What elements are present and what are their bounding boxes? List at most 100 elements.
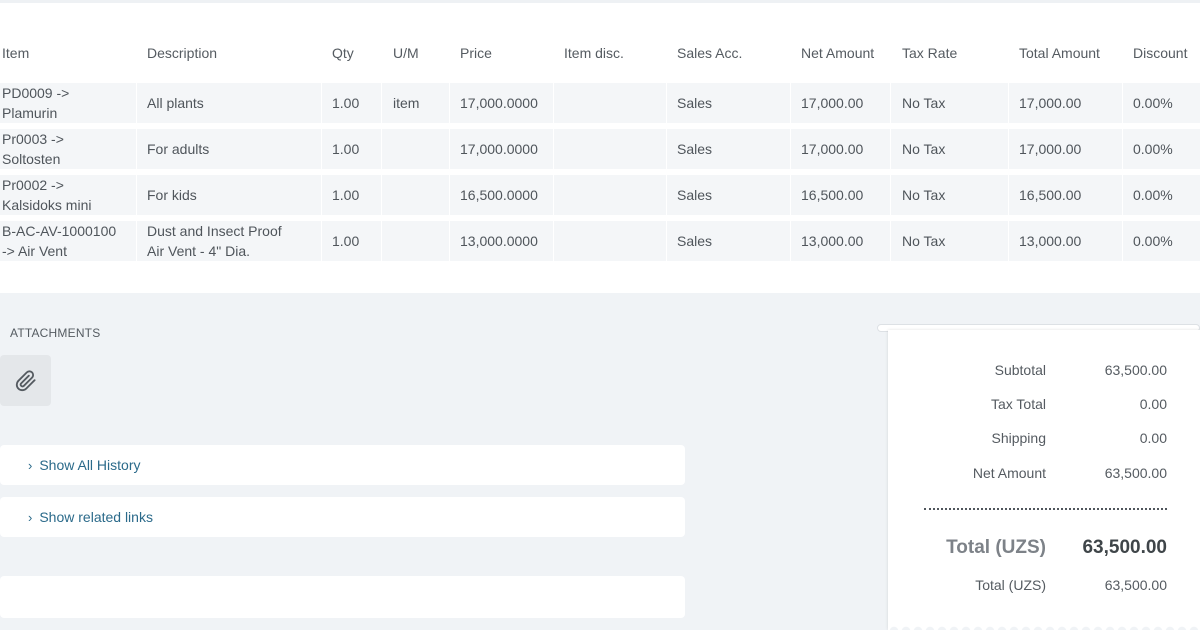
show-related-links-label: Show related links bbox=[39, 509, 153, 525]
tax-rate-text: No Tax bbox=[902, 233, 946, 249]
discount-text: 0.00% bbox=[1133, 141, 1173, 157]
header-item-disc: Item disc. bbox=[564, 45, 624, 61]
cell-price: 17,000.0000 bbox=[450, 129, 554, 169]
qty-text: 1.00 bbox=[332, 95, 360, 111]
cell-qty: 1.00 bbox=[322, 221, 382, 261]
cell-sales-acc: Sales bbox=[667, 221, 791, 261]
receipt-edge bbox=[888, 622, 1200, 630]
tax-total-line: Tax Total 0.00 bbox=[888, 396, 1200, 416]
table-row[interactable]: Pr0003 -> Soltosten For adults 1.00 17,000.… bbox=[0, 129, 1200, 169]
cell-um: item bbox=[382, 83, 450, 123]
net-amount-text: 17,000.00 bbox=[801, 141, 864, 157]
um-text: item bbox=[393, 95, 420, 111]
cell-net-amount: 16,500.00 bbox=[791, 175, 891, 215]
cell-tax-rate: No Tax bbox=[891, 221, 1009, 261]
cell-item-disc bbox=[554, 175, 667, 215]
header-tax-rate: Tax Rate bbox=[902, 45, 958, 61]
sales-acc-text: Sales bbox=[677, 141, 713, 157]
cell-net-amount: 17,000.00 bbox=[791, 83, 891, 123]
sales-acc-text: Sales bbox=[677, 187, 713, 203]
cell-tax-rate: No Tax bbox=[891, 175, 1009, 215]
cell-description: Dust and Insect Proof Air Vent - 4" Dia. bbox=[137, 221, 322, 261]
subtotal-line: Subtotal 63,500.00 bbox=[888, 362, 1200, 382]
header-total-amount: Total Amount bbox=[1019, 45, 1100, 61]
table-header: Item Description Qty U/M Price Item disc… bbox=[0, 45, 1200, 65]
description-text: Dust and Insect Proof Air Vent - 4" Dia. bbox=[147, 223, 282, 259]
cell-total-amount: 13,000.00 bbox=[1009, 221, 1123, 261]
show-related-links-toggle[interactable]: › Show related links bbox=[0, 497, 685, 537]
totals-panel: Subtotal 63,500.00 Tax Total 0.00 Shippi… bbox=[888, 330, 1200, 630]
cell-item-disc bbox=[554, 221, 667, 261]
cell-discount: 0.00% bbox=[1123, 83, 1200, 123]
net-amount-text: 13,000.00 bbox=[801, 233, 864, 249]
cell-qty: 1.00 bbox=[322, 175, 382, 215]
header-net-amount: Net Amount bbox=[801, 45, 875, 61]
net-amount-label: Net Amount bbox=[972, 465, 1046, 481]
show-all-history-toggle[interactable]: › Show All History bbox=[0, 445, 685, 485]
total-amount-text: 17,000.00 bbox=[1019, 95, 1082, 111]
cell-qty: 1.00 bbox=[322, 83, 382, 123]
cell-description: For adults bbox=[137, 129, 322, 169]
tax-total-value: 0.00 bbox=[1139, 396, 1167, 412]
tax-rate-text: No Tax bbox=[902, 141, 946, 157]
attachments-label: ATTACHMENTS bbox=[10, 326, 101, 340]
qty-text: 1.00 bbox=[332, 141, 360, 157]
grand-total-line: Total (UZS) 63,500.00 bbox=[888, 537, 1200, 563]
price-text: 16,500.0000 bbox=[460, 187, 538, 203]
header-um: U/M bbox=[393, 45, 419, 61]
cell-total-amount: 17,000.00 bbox=[1009, 83, 1123, 123]
cell-price: 13,000.0000 bbox=[450, 221, 554, 261]
paperclip-icon bbox=[15, 369, 36, 391]
table-row[interactable]: PD0009 -> Plamurin All plants 1.00 item 17,0… bbox=[0, 83, 1200, 123]
net-amount-value: 63,500.00 bbox=[1104, 465, 1167, 481]
item-text: B-AC-AV-1000100 -> Air Vent bbox=[2, 223, 117, 259]
line-items-panel: Item Description Qty U/M Price Item disc… bbox=[0, 0, 1200, 293]
tax-rate-text: No Tax bbox=[902, 95, 946, 111]
table-row[interactable]: Pr0002 -> Kalsidoks mini For kids 1.00 16,5… bbox=[0, 175, 1200, 215]
cell-sales-acc: Sales bbox=[667, 83, 791, 123]
header-item: Item bbox=[2, 45, 30, 61]
discount-text: 0.00% bbox=[1133, 95, 1173, 111]
cell-sales-acc: Sales bbox=[667, 175, 791, 215]
cell-tax-rate: No Tax bbox=[891, 129, 1009, 169]
total-amount-text: 17,000.00 bbox=[1019, 141, 1082, 157]
cell-tax-rate: No Tax bbox=[891, 83, 1009, 123]
totals-divider bbox=[924, 508, 1167, 510]
subtotal-value: 63,500.00 bbox=[1104, 362, 1167, 378]
table-row[interactable]: B-AC-AV-1000100 -> Air Vent Dust and Inse… bbox=[0, 221, 1200, 261]
net-amount-text: 16,500.00 bbox=[801, 187, 864, 203]
header-discount: Discount bbox=[1133, 45, 1188, 61]
cell-item: Pr0002 -> Kalsidoks mini bbox=[2, 175, 137, 215]
net-amount-line: Net Amount 63,500.00 bbox=[888, 465, 1200, 485]
chevron-right-icon: › bbox=[28, 457, 33, 473]
cell-sales-acc: Sales bbox=[667, 129, 791, 169]
cell-discount: 0.00% bbox=[1123, 129, 1200, 169]
cell-um bbox=[382, 129, 450, 169]
cell-item: B-AC-AV-1000100 -> Air Vent bbox=[2, 221, 137, 261]
item-text: Pr0002 -> Kalsidoks mini bbox=[2, 177, 92, 213]
discount-text: 0.00% bbox=[1133, 187, 1173, 203]
cell-total-amount: 16,500.00 bbox=[1009, 175, 1123, 215]
net-amount-text: 17,000.00 bbox=[801, 95, 864, 111]
total-amount-text: 13,000.00 bbox=[1019, 233, 1082, 249]
shipping-label: Shipping bbox=[991, 430, 1047, 446]
cell-price: 17,000.0000 bbox=[450, 83, 554, 123]
chevron-right-icon: › bbox=[28, 509, 33, 525]
header-sales-acc: Sales Acc. bbox=[677, 45, 743, 61]
tax-rate-text: No Tax bbox=[902, 187, 946, 203]
sales-acc-text: Sales bbox=[677, 233, 713, 249]
attach-file-button[interactable] bbox=[0, 355, 51, 406]
header-price: Price bbox=[460, 45, 492, 61]
header-description: Description bbox=[147, 45, 218, 61]
cell-net-amount: 13,000.00 bbox=[791, 221, 891, 261]
cell-item: PD0009 -> Plamurin bbox=[2, 83, 137, 123]
grand-total-label: Total (UZS) bbox=[946, 537, 1046, 558]
shipping-value: 0.00 bbox=[1139, 430, 1167, 446]
cell-description: For kids bbox=[137, 175, 322, 215]
cell-total-amount: 17,000.00 bbox=[1009, 129, 1123, 169]
cell-item-disc bbox=[554, 83, 667, 123]
discount-text: 0.00% bbox=[1133, 233, 1173, 249]
grand-total-value: 63,500.00 bbox=[1082, 537, 1167, 558]
sales-acc-text: Sales bbox=[677, 95, 713, 111]
shipping-line: Shipping 0.00 bbox=[888, 430, 1200, 450]
